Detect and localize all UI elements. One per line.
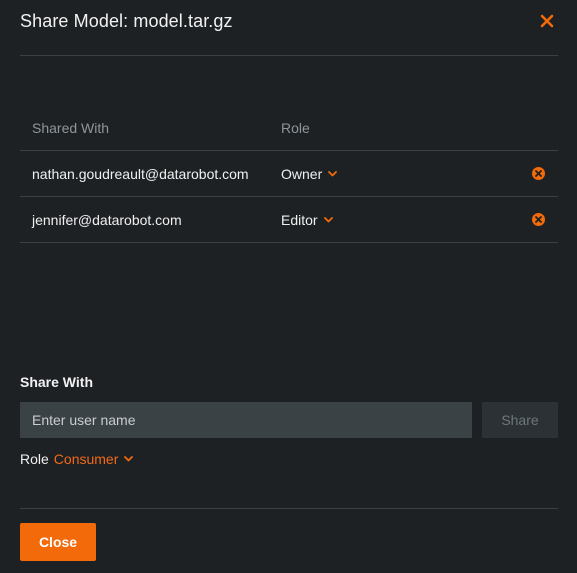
user-name-input[interactable] (20, 402, 472, 438)
share-model-dialog: Share Model: model.tar.gz Shared With Ro… (0, 0, 577, 573)
share-button[interactable]: Share (482, 402, 558, 438)
share-role-row: Role Consumer (20, 451, 134, 467)
share-with-label: Share With (20, 374, 93, 390)
remove-user-icon[interactable] (531, 212, 546, 227)
table-row: nathan.goudreault@datarobot.com Owner (20, 151, 558, 197)
shared-users-table: Shared With Role nathan.goudreault@datar… (20, 105, 558, 243)
header-divider (20, 55, 558, 56)
user-email: nathan.goudreault@datarobot.com (32, 166, 249, 182)
role-value: Editor (281, 212, 318, 228)
column-header-role: Role (281, 120, 310, 136)
table-header-row: Shared With Role (20, 105, 558, 151)
footer-divider (20, 508, 558, 509)
share-role-dropdown[interactable]: Consumer (54, 451, 134, 467)
chevron-down-icon (323, 217, 333, 223)
table-row: jennifer@datarobot.com Editor (20, 197, 558, 243)
column-header-shared-with: Shared With (32, 120, 110, 136)
role-value: Owner (281, 166, 323, 182)
dialog-title: Share Model: model.tar.gz (20, 11, 233, 31)
remove-user-icon[interactable] (531, 166, 546, 181)
chevron-down-icon (124, 456, 134, 462)
close-button[interactable]: Close (20, 523, 96, 561)
role-dropdown[interactable]: Editor (281, 212, 333, 228)
user-email: jennifer@datarobot.com (32, 212, 182, 228)
close-icon[interactable] (539, 13, 555, 29)
chevron-down-icon (328, 171, 338, 177)
role-label: Role (20, 451, 49, 467)
role-dropdown[interactable]: Owner (281, 166, 338, 182)
share-role-value: Consumer (53, 451, 119, 467)
